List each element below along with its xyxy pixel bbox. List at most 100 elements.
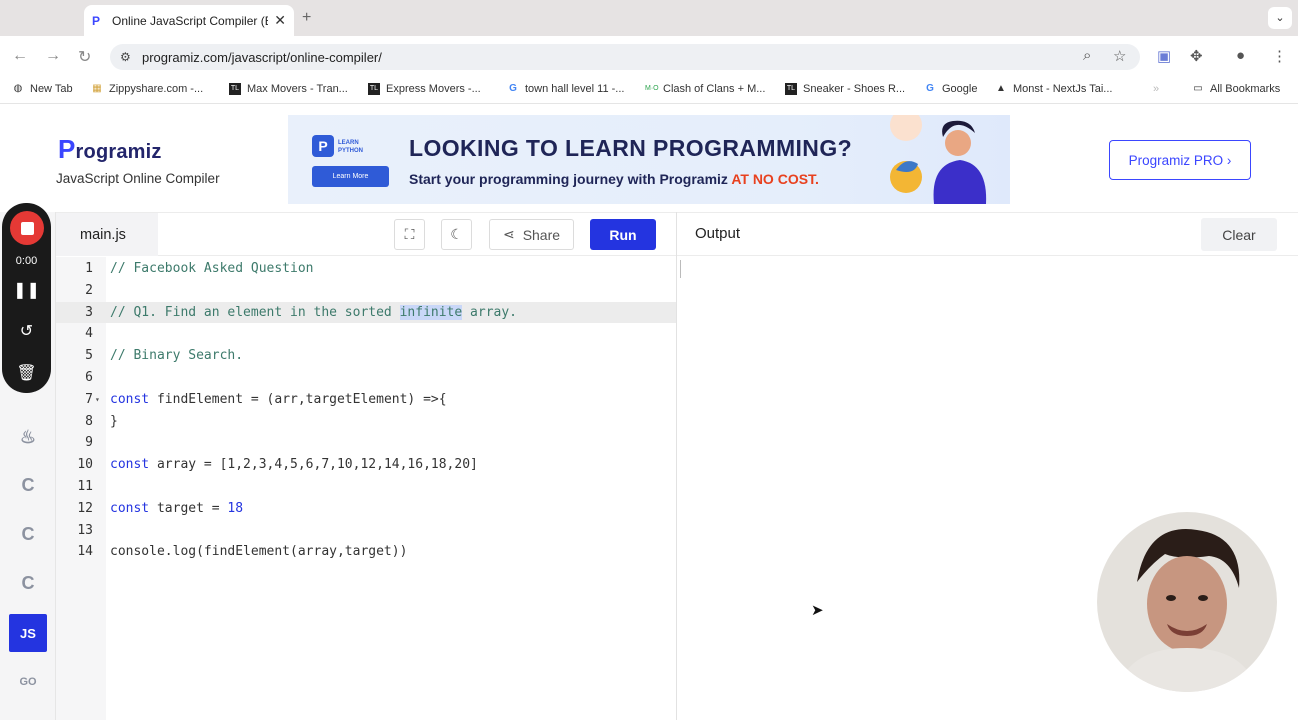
bookmark-item[interactable]: ▦ Zippyshare.com -... xyxy=(91,83,203,95)
extensions-icon[interactable]: ✥ xyxy=(1190,47,1203,65)
stop-recording-button[interactable] xyxy=(10,211,44,245)
go-label: GO xyxy=(19,676,37,688)
bookmark-item[interactable]: G Google xyxy=(924,83,977,95)
mouse-pointer-icon: ➤ xyxy=(811,602,824,619)
translate-extension-icon[interactable]: ▣ xyxy=(1157,47,1171,65)
active-tab-title: Online JavaScript Compiler (E xyxy=(112,13,269,28)
code-line: 10 const array = [1,2,3,4,5,6,7,10,12,14,… xyxy=(56,454,676,476)
address-bar[interactable]: ⚙ programiz.com/javascript/online-compil… xyxy=(110,44,1140,70)
line-number: 14 xyxy=(77,544,93,560)
bookmark-star-icon[interactable]: ☆ xyxy=(1113,47,1126,65)
back-arrow-icon[interactable]: ← xyxy=(12,47,28,65)
all-bookmarks[interactable]: ▭ All Bookmarks xyxy=(1192,83,1280,95)
code-line: 5 // Binary Search. xyxy=(56,345,676,367)
bookmark-label: town hall level 11 -... xyxy=(525,83,625,95)
programiz-pro-button[interactable]: Programiz PRO › xyxy=(1109,140,1251,180)
line-number: 3 xyxy=(85,304,93,320)
bookmark-item[interactable]: ▲ Monst - NextJs Tai... xyxy=(995,83,1112,95)
stop-icon xyxy=(20,221,34,235)
keyword: const xyxy=(110,457,150,473)
bookmark-label: Zippyshare.com -... xyxy=(109,83,204,95)
bookmark-label: Max Movers - Tran... xyxy=(247,83,348,95)
code-line: 11 xyxy=(56,476,676,498)
profile-avatar-icon[interactable]: ● xyxy=(1236,47,1245,64)
programiz-logo[interactable]: Programiz xyxy=(58,134,162,165)
bookmark-item[interactable]: M·O Clash of Clans + M... xyxy=(645,83,765,95)
bookmark-label: Google xyxy=(942,83,978,95)
line-number: 8 xyxy=(85,413,93,429)
tab-search-chevron-icon[interactable]: ⌄ xyxy=(1268,7,1292,29)
clear-button[interactable]: Clear xyxy=(1201,218,1277,251)
line-number: 1 xyxy=(85,261,93,276)
bookmark-item[interactable]: TL Max Movers - Tran... xyxy=(229,83,348,95)
google-icon: G xyxy=(509,83,517,94)
line-number: 4 xyxy=(85,326,93,342)
file-tab-main-js[interactable]: main.js xyxy=(56,213,158,256)
inactive-tab[interactable] xyxy=(6,8,78,30)
cpp-language-icon[interactable]: C xyxy=(9,515,47,553)
active-tab[interactable]: P Online JavaScript Compiler (E ✕ xyxy=(84,5,294,36)
browser-menu-icon[interactable]: ⋮ xyxy=(1272,47,1287,65)
output-header: Output Clear xyxy=(677,212,1298,256)
code-line: 14 console.log(findElement(array,target)) xyxy=(56,541,676,563)
code-text: // Q1. Find an element in the sorted inf… xyxy=(110,302,517,324)
code-text: console.log(findElement(array,target)) xyxy=(110,544,408,560)
new-tab-icon[interactable]: + xyxy=(302,9,311,27)
fold-arrow-icon[interactable]: ▾ xyxy=(95,389,100,411)
bookmarks-overflow-icon[interactable]: » xyxy=(1153,83,1159,95)
share-button[interactable]: ⋖ Share xyxy=(489,219,574,250)
close-tab-icon[interactable]: ✕ xyxy=(274,12,286,29)
csharp-language-icon[interactable]: C xyxy=(9,564,47,602)
reload-icon[interactable]: ↻ xyxy=(78,47,91,67)
code-line: 4 xyxy=(56,323,676,345)
programiz-favicon-icon: P xyxy=(92,13,101,28)
tl-icon: TL xyxy=(368,83,380,95)
code-line: 9 xyxy=(56,432,676,454)
code-segment: array = [1,2,3,4,5,6,7,10,12,14,16,18,20… xyxy=(149,457,478,473)
fullscreen-icon[interactable]: ⛶ xyxy=(394,219,425,250)
code-line: 1 // Facebook Asked Question xyxy=(56,258,676,280)
go-language-icon[interactable]: GO xyxy=(9,663,47,701)
code-editor[interactable]: 1 // Facebook Asked Question 2 3 // Q1. Fi… xyxy=(56,258,676,563)
webcam-overlay xyxy=(1097,512,1277,692)
pause-icon[interactable]: ❚❚ xyxy=(2,280,51,300)
keyword: const xyxy=(110,500,150,516)
code-text: const target = 18 xyxy=(110,498,243,520)
site-settings-icon[interactable]: ⚙ xyxy=(120,50,134,64)
line-number: 5 xyxy=(85,348,93,364)
recording-time: 0:00 xyxy=(15,255,38,267)
trash-icon[interactable]: 🗑 xyxy=(2,363,51,383)
learn-programming-banner[interactable]: P LEARN PYTHON Learn More LOOKING TO LEAR… xyxy=(288,115,1010,204)
keyword: const xyxy=(110,391,150,407)
bookmark-item[interactable]: TL Express Movers -... xyxy=(368,83,481,95)
bookmark-item[interactable]: ◍ New Tab xyxy=(12,83,73,95)
bookmark-label: Express Movers -... xyxy=(386,83,481,95)
learn-more-button[interactable]: Learn More xyxy=(312,166,389,187)
run-button[interactable]: Run xyxy=(590,219,656,250)
bookmark-label: New Tab xyxy=(30,83,73,95)
globe-icon: ◍ xyxy=(13,83,23,94)
javascript-language-button[interactable]: JS xyxy=(9,614,47,652)
all-bookmarks-label: All Bookmarks xyxy=(1210,83,1281,95)
share-icon: ⋖ xyxy=(502,226,515,242)
bookmark-item[interactable]: TL Sneaker - Shoes R... xyxy=(785,83,905,95)
bookmark-item[interactable]: Gtown hall level 11 -... xyxy=(507,83,624,95)
dark-mode-moon-icon[interactable]: ☾ xyxy=(441,219,472,250)
panel-divider[interactable] xyxy=(676,212,677,720)
zoom-icon[interactable]: ⌕ xyxy=(1083,47,1091,64)
code-line: 12 const target = 18 xyxy=(56,498,676,520)
java-icon[interactable]: ♨ xyxy=(9,418,47,456)
line-number: 6 xyxy=(85,369,93,385)
banner-subline-text: Start your programming journey with Prog… xyxy=(409,171,732,187)
code-line: 6 xyxy=(56,367,676,389)
forward-arrow-icon[interactable]: → xyxy=(45,47,61,65)
banner-badge-icon: P xyxy=(312,135,334,157)
editor-header: main.js ⛶ ☾ ⋖ Share Run xyxy=(56,212,676,256)
line-number: 13 xyxy=(77,522,93,538)
banner-badge-text: LEARN PYTHON xyxy=(338,139,363,155)
banner-subline: Start your programming journey with Prog… xyxy=(409,171,819,187)
code-line: 8} xyxy=(56,411,676,433)
c-language-icon[interactable]: C xyxy=(9,466,47,504)
restart-icon[interactable]: ↺ xyxy=(2,321,51,341)
code-text: } xyxy=(110,413,118,429)
